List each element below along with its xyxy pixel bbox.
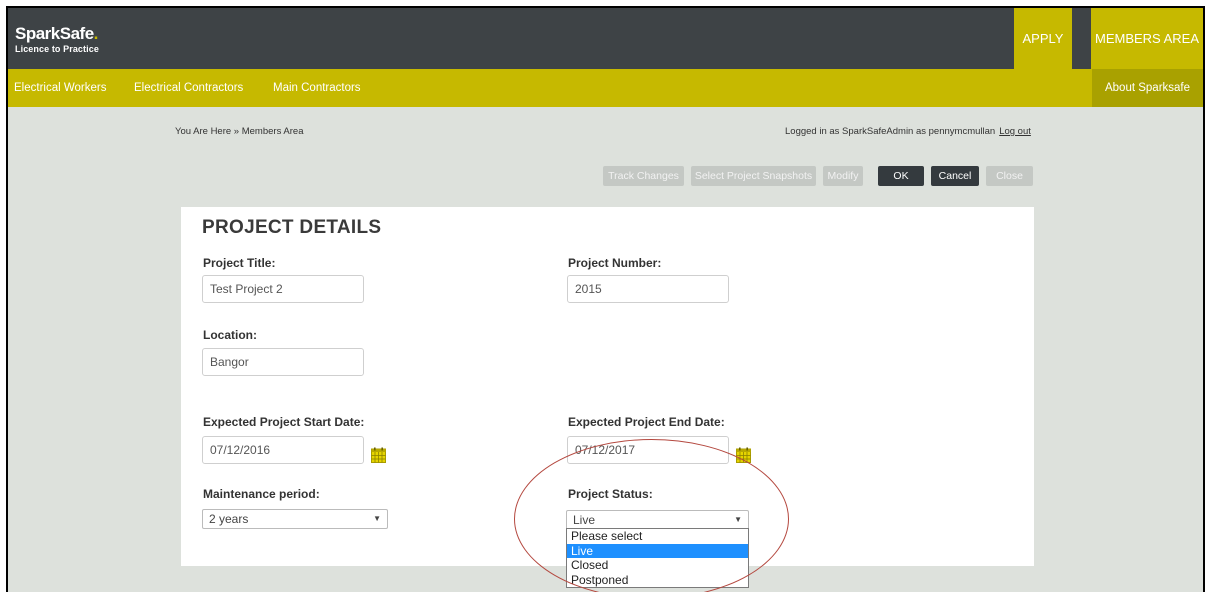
project-number-label: Project Number: [568,256,662,270]
ok-button[interactable]: OK [878,166,924,186]
members-area-button[interactable]: MEMBERS AREA [1091,8,1203,69]
logo-title: SparkSafe. [15,24,99,44]
track-changes-button[interactable]: Track Changes [603,166,684,186]
sparksafe-logo[interactable]: SparkSafe. Licence to Practice [15,24,99,54]
breadcrumb: You Are Here » Members Area [175,126,304,137]
start-date-label: Expected Project Start Date: [203,415,365,429]
modify-button[interactable]: Modify [823,166,863,186]
calendar-icon[interactable] [371,447,386,463]
end-date-label: Expected Project End Date: [568,415,725,429]
browser-frame: SparkSafe. Licence to Practice APPLY MEM… [6,6,1205,592]
maintenance-period-value: 2 years [209,512,249,526]
nav-item-about-sparksafe[interactable]: About Sparksafe [1092,69,1203,107]
logo-tagline: Licence to Practice [15,44,99,54]
nav-item-electrical-contractors[interactable]: Electrical Contractors [134,69,243,107]
nav-item-electrical-workers[interactable]: Electrical Workers [14,69,106,107]
login-status-text: Logged in as SparkSafeAdmin as pennymcmu… [785,126,996,137]
location-input[interactable]: Bangor [202,348,364,376]
project-number-input[interactable]: 2015 [567,275,729,303]
login-status: Logged in as SparkSafeAdmin as pennymcmu… [785,126,1031,137]
logout-link[interactable]: Log out [999,126,1031,137]
chevron-down-icon: ▼ [373,514,381,523]
start-date-input[interactable]: 07/12/2016 [202,436,364,464]
main-nav: Electrical Workers Electrical Contractor… [8,69,1203,107]
logo-name: SparkSafe [15,24,94,43]
annotation-circle [514,439,789,592]
maintenance-period-label: Maintenance period: [203,487,320,501]
project-title-label: Project Title: [203,256,276,270]
project-title-input[interactable]: Test Project 2 [202,275,364,303]
top-header: SparkSafe. Licence to Practice APPLY MEM… [8,8,1203,69]
cancel-button[interactable]: Cancel [931,166,979,186]
close-button[interactable]: Close [986,166,1033,186]
apply-button[interactable]: APPLY [1014,8,1072,69]
nav-item-main-contractors[interactable]: Main Contractors [273,69,361,107]
location-label: Location: [203,328,257,342]
page-title: PROJECT DETAILS [202,217,382,238]
select-project-snapshots-button[interactable]: Select Project Snapshots [691,166,816,186]
maintenance-period-select[interactable]: 2 years ▼ [202,509,388,529]
logo-dot: . [93,24,99,43]
